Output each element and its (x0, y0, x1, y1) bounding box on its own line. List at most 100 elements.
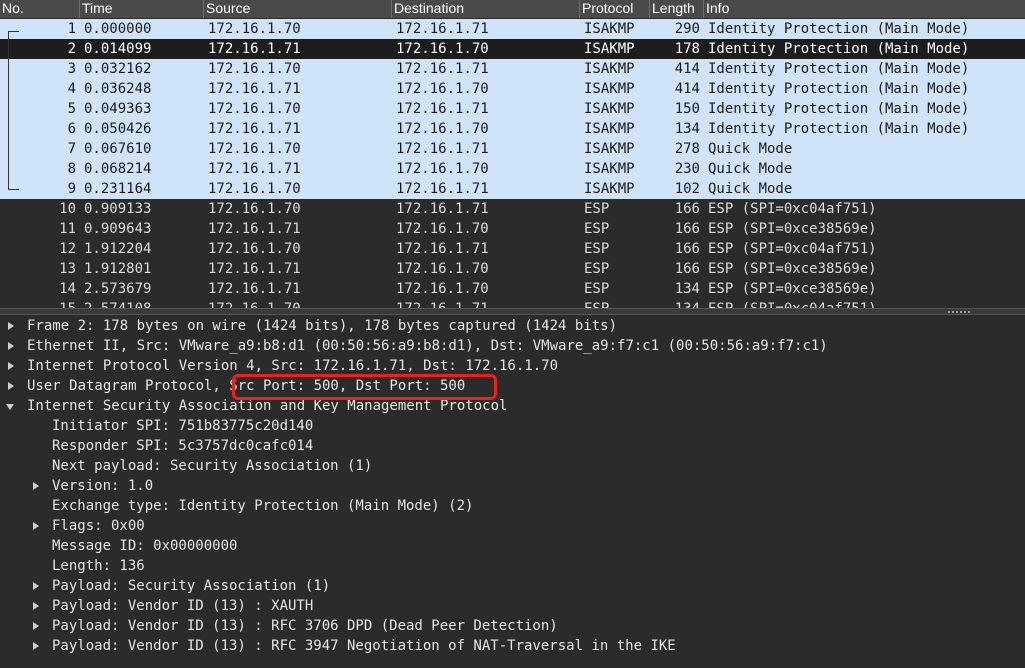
detail-tree-item[interactable]: Ethernet II, Src: VMware_a9:b8:d1 (00:50… (0, 336, 1025, 356)
packet-row[interactable]: 5 0.049363 172.16.1.70 172.16.1.71 ISAKMP 150… (0, 99, 1025, 119)
packet-row[interactable]: 4 0.036248 172.16.1.71 172.16.1.70 ISAKMP 414… (0, 79, 1025, 99)
packet-protocol: ISAKMP (584, 61, 635, 77)
packet-row[interactable]: 12 1.912204 172.16.1.70 172.16.1.71 ESP 166 ES… (0, 239, 1025, 259)
packet-destination: 172.16.1.71 (396, 299, 489, 308)
packet-info: Identity Protection (Main Mode) (708, 81, 970, 97)
detail-tree-item[interactable]: Payload: Vendor ID (13) : RFC 3947 Negot… (0, 636, 1025, 656)
detail-tree-item[interactable]: Internet Security Association and Key Ma… (0, 396, 1025, 416)
packet-details-pane[interactable]: Frame 2: 178 bytes on wire (1424 bits), … (0, 316, 1025, 668)
detail-tree-item[interactable]: Exchange type: Identity Protection (Main… (0, 496, 1025, 516)
packet-destination: 172.16.1.70 (396, 221, 489, 237)
packet-length: 166 (674, 241, 700, 257)
expand-arrow-right-icon[interactable] (33, 522, 39, 530)
detail-tree-label: Payload: Security Association (1) (52, 578, 331, 594)
detail-tree-item[interactable]: Flags: 0x00 (0, 516, 1025, 536)
column-header-protocol[interactable]: Protocol (580, 0, 650, 18)
packet-destination: 172.16.1.70 (396, 81, 489, 97)
packet-info: ESP (SPI=0xc04af751) (708, 241, 877, 257)
packet-row[interactable]: 11 0.909643 172.16.1.71 172.16.1.70 ESP 166 ES… (0, 219, 1025, 239)
detail-tree-item[interactable]: Payload: Vendor ID (13) : RFC 3706 DPD (… (0, 616, 1025, 636)
detail-tree-label: Message ID: 0x00000000 (52, 538, 238, 554)
packet-time: 0.068214 (84, 161, 152, 177)
packet-protocol: ESP (584, 201, 610, 217)
packet-row[interactable]: 3 0.032162 172.16.1.70 172.16.1.71 ISAKMP 414… (0, 59, 1025, 79)
detail-tree-item[interactable]: Frame 2: 178 bytes on wire (1424 bits), … (0, 316, 1025, 336)
packet-time: 0.909643 (84, 221, 152, 237)
packet-length: 230 (674, 161, 700, 177)
detail-tree-item[interactable]: Length: 136 (0, 556, 1025, 576)
column-header-time[interactable]: Time (80, 0, 204, 18)
column-header-length[interactable]: Length (650, 0, 704, 18)
column-header-destination[interactable]: Destination (392, 0, 580, 18)
packet-time: 0.032162 (84, 61, 152, 77)
packet-row[interactable]: 6 0.050426 172.16.1.71 172.16.1.70 ISAKMP 134… (0, 119, 1025, 139)
packet-protocol: ISAKMP (584, 141, 635, 157)
packet-info: Identity Protection (Main Mode) (708, 21, 970, 37)
packet-destination: 172.16.1.71 (396, 201, 489, 217)
splitter-grip-icon[interactable] (948, 311, 970, 313)
packet-protocol: ISAKMP (584, 161, 635, 177)
column-header-source[interactable]: Source (204, 0, 392, 18)
column-header-no[interactable]: No. (0, 0, 80, 18)
expand-arrow-right-icon[interactable] (8, 342, 14, 350)
packet-info: ESP (SPI=0xce38569e) (708, 221, 877, 237)
detail-tree-item[interactable]: Next payload: Security Association (1) (0, 456, 1025, 476)
detail-tree-item[interactable]: User Datagram Protocol, Src Port: 500, D… (0, 376, 1025, 396)
packet-time: 0.014099 (84, 41, 152, 57)
column-header-info[interactable]: Info (704, 0, 1025, 18)
packet-info: ESP (SPI=0xc04af751) (708, 299, 877, 308)
expand-arrow-right-icon[interactable] (8, 382, 14, 390)
detail-tree-item[interactable]: Initiator SPI: 751b83775c20d140 (0, 416, 1025, 436)
packet-row[interactable]: 10 0.909133 172.16.1.70 172.16.1.71 ESP 166 ES… (0, 199, 1025, 219)
packet-info: ESP (SPI=0xce38569e) (708, 281, 877, 297)
packet-list-header: No. Time Source Destination Protocol Len… (0, 0, 1025, 18)
packet-source: 172.16.1.70 (208, 241, 301, 257)
packet-row[interactable]: 8 0.068214 172.16.1.71 172.16.1.70 ISAKMP 230… (0, 159, 1025, 179)
detail-tree-item[interactable]: Payload: Security Association (1) (0, 576, 1025, 596)
detail-tree-label: User Datagram Protocol, Src Port: 500, D… (27, 378, 466, 394)
expand-arrow-right-icon[interactable] (33, 622, 39, 630)
detail-tree-item[interactable]: Message ID: 0x00000000 (0, 536, 1025, 556)
packet-source: 172.16.1.71 (208, 121, 301, 137)
expand-arrow-right-icon[interactable] (33, 642, 39, 650)
packet-protocol: ESP (584, 241, 610, 257)
packet-time: 0.036248 (84, 81, 152, 97)
expand-arrow-right-icon[interactable] (8, 322, 14, 330)
packet-list[interactable]: 15 2.574108 172.16.1.70 172.16.1.71 ESP 134 ES… (0, 19, 1025, 308)
packet-row[interactable]: 9 0.231164 172.16.1.70 172.16.1.71 ISAKMP 102… (0, 179, 1025, 199)
packet-source: 172.16.1.71 (208, 81, 301, 97)
detail-tree-item[interactable]: Version: 1.0 (0, 476, 1025, 496)
packet-info: Identity Protection (Main Mode) (708, 61, 970, 77)
packet-length: 414 (674, 61, 700, 77)
detail-tree-item[interactable]: Payload: Vendor ID (13) : XAUTH (0, 596, 1025, 616)
expand-arrow-right-icon[interactable] (33, 482, 39, 490)
conversation-bracket (8, 31, 19, 190)
detail-tree-item[interactable]: Responder SPI: 5c3757dc0cafc014 (0, 436, 1025, 456)
detail-tree-item[interactable]: Internet Protocol Version 4, Src: 172.16… (0, 356, 1025, 376)
packet-source: 172.16.1.70 (208, 181, 301, 197)
packet-info: Identity Protection (Main Mode) (708, 101, 970, 117)
packet-protocol: ISAKMP (584, 21, 635, 37)
packet-row[interactable]: 1 0.000000 172.16.1.70 172.16.1.71 ISAKMP 290… (0, 19, 1025, 39)
packet-no: 12 (59, 241, 76, 257)
expand-arrow-down-icon[interactable] (6, 404, 14, 410)
packet-source: 172.16.1.71 (208, 41, 301, 57)
pane-splitter[interactable] (0, 308, 1025, 315)
packet-length: 414 (674, 81, 700, 97)
packet-row[interactable]: 15 2.574108 172.16.1.70 172.16.1.71 ESP 134 ES… (0, 299, 1025, 308)
packet-protocol: ISAKMP (584, 181, 635, 197)
detail-tree-label: Next payload: Security Association (1) (52, 458, 373, 474)
packet-row[interactable]: 13 1.912801 172.16.1.71 172.16.1.70 ESP 166 ES… (0, 259, 1025, 279)
expand-arrow-right-icon[interactable] (33, 602, 39, 610)
packet-protocol: ESP (584, 221, 610, 237)
packet-row[interactable]: 14 2.573679 172.16.1.71 172.16.1.70 ESP 134 ES… (0, 279, 1025, 299)
packet-row[interactable]: 7 0.067610 172.16.1.70 172.16.1.71 ISAKMP 278… (0, 139, 1025, 159)
packet-protocol: ESP (584, 261, 610, 277)
packet-destination: 172.16.1.71 (396, 101, 489, 117)
expand-arrow-right-icon[interactable] (33, 582, 39, 590)
packet-info: Quick Mode (708, 181, 793, 197)
packet-time: 0.050426 (84, 121, 152, 137)
packet-length: 102 (674, 181, 700, 197)
packet-row[interactable]: 2 0.014099 172.16.1.71 172.16.1.70 ISAKMP 178… (0, 39, 1025, 59)
expand-arrow-right-icon[interactable] (8, 362, 14, 370)
